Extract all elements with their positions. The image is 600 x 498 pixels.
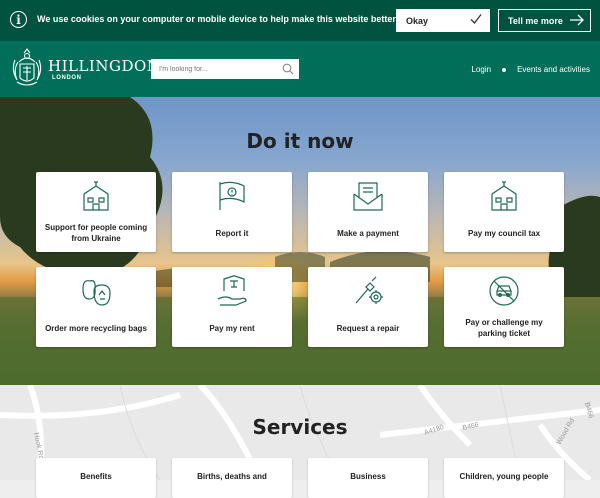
card-label: Pay my rent bbox=[209, 323, 255, 333]
brand-name: HILLINGDON bbox=[48, 57, 161, 75]
house-icon bbox=[83, 181, 109, 211]
council-crest-logo[interactable] bbox=[9, 48, 45, 88]
rent-house-icon bbox=[217, 275, 247, 306]
card-label: Pay my council tax bbox=[467, 228, 541, 238]
services-heading: Services bbox=[252, 415, 348, 439]
service-card-label: Births, deaths and bbox=[197, 472, 267, 481]
info-icon: i bbox=[10, 11, 27, 28]
search-input[interactable] bbox=[151, 59, 277, 79]
card-pay-rent[interactable]: Pay my rent bbox=[172, 267, 292, 347]
top-nav: Login Events and activities bbox=[471, 65, 590, 74]
card-parking-ticket[interactable]: Pay or challenge my parking ticket bbox=[444, 267, 564, 347]
service-card-benefits[interactable]: Benefits bbox=[36, 458, 156, 498]
service-card-label: Business bbox=[350, 472, 386, 481]
service-card-business[interactable]: Business bbox=[308, 458, 428, 498]
service-card-label: Benefits bbox=[80, 472, 112, 481]
site-header: HILLINGDON LONDON Login Events and activ… bbox=[0, 41, 600, 97]
search-box bbox=[151, 59, 299, 79]
tell-me-more-button[interactable]: Tell me more bbox=[498, 9, 591, 32]
card-label: Request a repair bbox=[336, 323, 400, 333]
council-building-icon bbox=[491, 181, 517, 211]
card-make-payment[interactable]: Make a payment bbox=[308, 172, 428, 252]
cookie-banner: i We use cookies on your computer or mob… bbox=[0, 0, 600, 41]
card-ukraine-support[interactable]: Support for people coming from Ukraine bbox=[36, 172, 156, 252]
login-link[interactable]: Login bbox=[471, 65, 491, 74]
card-label: Pay or challenge my parking ticket bbox=[465, 318, 543, 338]
service-card-births-deaths[interactable]: Births, deaths and bbox=[172, 458, 292, 498]
repair-tools-icon bbox=[355, 276, 383, 304]
cookie-okay-button[interactable]: Okay bbox=[396, 9, 490, 32]
card-label: Order more recycling bags bbox=[45, 323, 147, 333]
search-icon[interactable] bbox=[282, 63, 294, 75]
card-council-tax[interactable]: Pay my council tax bbox=[444, 172, 564, 252]
okay-label: Okay bbox=[406, 15, 429, 26]
tell-me-more-label: Tell me more bbox=[508, 15, 563, 26]
card-report-it[interactable]: Report it bbox=[172, 172, 292, 252]
payment-envelope-icon bbox=[353, 182, 383, 211]
recycling-bags-icon bbox=[82, 280, 111, 306]
card-label: Make a payment bbox=[337, 228, 399, 238]
hero-section: Do it now Support for people coming from… bbox=[0, 97, 600, 385]
brand-subtitle: LONDON bbox=[52, 75, 82, 81]
nav-separator bbox=[502, 67, 507, 72]
card-request-repair[interactable]: Request a repair bbox=[308, 267, 428, 347]
events-link[interactable]: Events and activities bbox=[517, 65, 590, 74]
report-flag-icon bbox=[219, 181, 245, 210]
service-card-label: Children, young people bbox=[459, 472, 549, 481]
card-recycling-bags[interactable]: Order more recycling bags bbox=[36, 267, 156, 347]
card-label: Report it bbox=[215, 228, 249, 238]
do-it-now-heading: Do it now bbox=[246, 129, 354, 153]
cookie-message: We use cookies on your computer or mobil… bbox=[37, 14, 398, 24]
no-parking-icon bbox=[489, 276, 519, 306]
service-card-children[interactable]: Children, young people bbox=[444, 458, 564, 498]
card-label: Support for people coming from Ukraine bbox=[44, 223, 148, 243]
arrow-right-icon bbox=[570, 14, 584, 26]
checkmark-icon bbox=[470, 14, 482, 24]
